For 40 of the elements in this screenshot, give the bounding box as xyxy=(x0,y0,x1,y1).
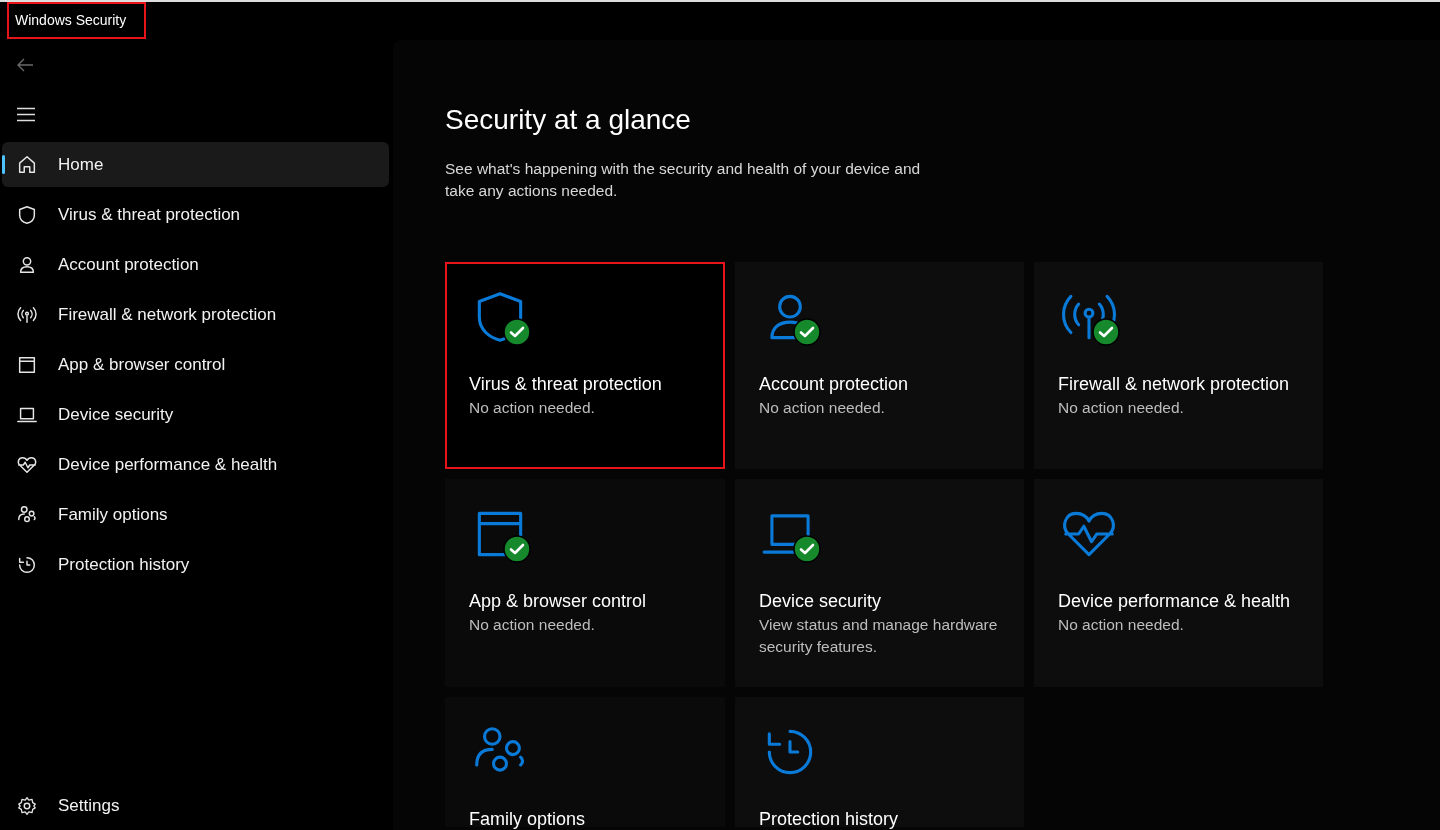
nav-item[interactable]: Family options xyxy=(2,492,389,537)
nav-item[interactable]: Account protection xyxy=(2,242,389,287)
status-card[interactable]: Protection history xyxy=(735,697,1024,827)
card-title: Device security xyxy=(759,590,883,613)
card-status: View status and manage hardware security features. xyxy=(759,615,999,657)
card-title: Protection history xyxy=(759,808,900,830)
nav-item[interactable]: Device security xyxy=(2,392,389,437)
nav-item[interactable]: Firewall & network protection xyxy=(2,292,389,337)
status-card[interactable]: Account protection No action needed. xyxy=(735,262,1024,469)
settings-icon xyxy=(16,794,38,817)
status-card[interactable]: Device security View status and manage hardware security features. xyxy=(735,479,1024,687)
card-status: No action needed. xyxy=(469,615,596,635)
page-heading: Security at a glance xyxy=(445,104,692,136)
page-description: See what's happening with the security and health of your device and take any actions needed. xyxy=(445,159,922,201)
status-card[interactable]: Virus & threat protection No action needed. xyxy=(445,262,725,469)
card-title: Firewall & network protection xyxy=(1058,373,1291,396)
card-status: No action needed. xyxy=(759,398,886,418)
card-title: Device performance & health xyxy=(1058,590,1292,613)
card-title: App & browser control xyxy=(469,590,648,613)
window-title: Windows Security xyxy=(7,2,147,39)
settings-nav-item[interactable]: Settings xyxy=(2,783,389,828)
status-card[interactable]: App & browser control No action needed. xyxy=(445,479,725,687)
card-title: Virus & threat protection xyxy=(469,373,663,396)
card-status: No action needed. xyxy=(1058,398,1185,418)
shield-icon xyxy=(16,203,38,226)
nav-item[interactable]: Device performance & health xyxy=(2,442,389,487)
nav-item[interactable]: App & browser control xyxy=(2,342,389,387)
back-arrow-icon[interactable] xyxy=(16,58,34,72)
nav-item[interactable]: Virus & threat protection xyxy=(2,192,389,237)
nav-item[interactable]: Home xyxy=(2,142,389,187)
nav-item[interactable]: Protection history xyxy=(2,542,389,587)
card-status: No action needed. xyxy=(1058,615,1185,635)
card-status: No action needed. xyxy=(469,398,596,418)
home-icon xyxy=(16,153,38,176)
card-title: Family options xyxy=(469,808,587,830)
status-card[interactable]: Firewall & network protection No action needed. xyxy=(1034,262,1323,469)
card-title: Account protection xyxy=(759,373,910,396)
status-card[interactable]: Device performance & health No action needed. xyxy=(1034,479,1323,687)
menu-icon[interactable] xyxy=(16,107,36,122)
status-card[interactable]: Family options xyxy=(445,697,725,827)
